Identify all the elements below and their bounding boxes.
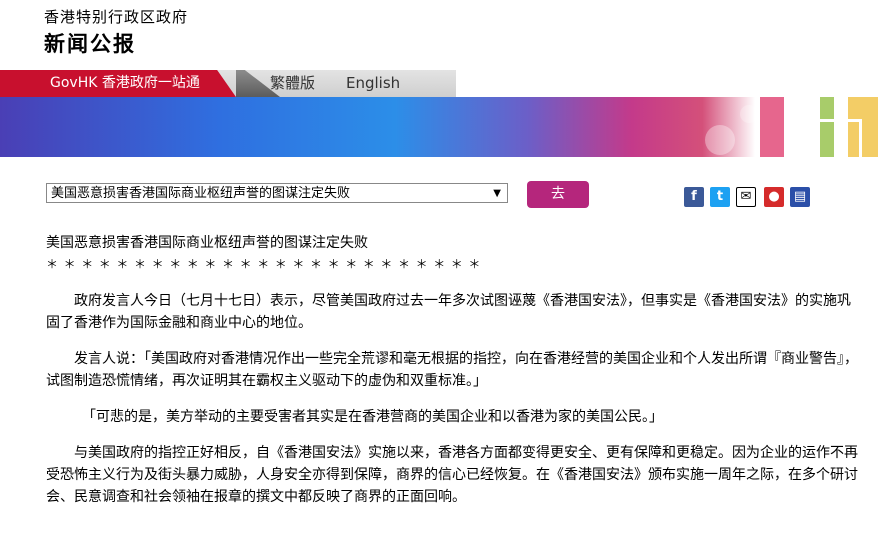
topic-select-value: 美国恶意损害香港国际商业枢纽声誉的图谋注定失败: [51, 186, 351, 201]
paragraph: 与美国政府的指控正好相反，自《香港国安法》实施以来，香港各方面都变得更安全、更有…: [46, 445, 858, 505]
top-nav-bar: GovHK 香港政府一站通 繁體版 English: [0, 70, 878, 97]
header-banner: [0, 97, 878, 157]
press-release-body: 美国恶意损害香港国际商业枢纽声誉的图谋注定失败 ＊＊＊＊＊＊＊＊＊＊＊＊＊＊＊＊…: [46, 232, 860, 508]
separator-stars: ＊＊＊＊＊＊＊＊＊＊＊＊＊＊＊＊＊＊＊＊＊＊＊＊＊: [46, 257, 487, 271]
site-title: 新闻公报: [44, 32, 136, 56]
twitter-icon[interactable]: t: [710, 187, 730, 207]
topic-select[interactable]: 美国恶意损害香港国际商业枢纽声誉的图谋注定失败 ▼: [46, 183, 508, 203]
govhk-link[interactable]: GovHK 香港政府一站通: [0, 70, 236, 97]
weibo-icon[interactable]: ●: [764, 187, 784, 207]
facebook-icon[interactable]: f: [684, 187, 704, 207]
press-release-headline: 美国恶意损害香港国际商业枢纽声誉的图谋注定失败: [46, 235, 368, 251]
paragraph: 发言人说：「美国政府对香港情况作出一些完全荒谬和毫无根据的指控，向在香港经营的美…: [46, 351, 858, 389]
page-header: 香港特别行政区政府 新闻公报: [0, 0, 878, 70]
paragraph: 政府发言人今日（七月十七日）表示，尽管美国政府过去一年多次试图诬蔑《香港国安法》…: [46, 293, 851, 331]
english-link[interactable]: English: [346, 70, 400, 97]
paragraph: 「可悲的是，美方举动的主要受害者其实是在香港营商的美国企业和以香港为家的美国公民…: [82, 409, 663, 425]
traditional-chinese-link[interactable]: 繁體版: [270, 70, 315, 97]
go-button[interactable]: 去: [527, 181, 589, 208]
dropdown-arrow-icon: ▼: [493, 188, 501, 199]
print-icon[interactable]: ▤: [790, 187, 810, 207]
email-icon[interactable]: ✉: [736, 187, 756, 207]
government-name: 香港特别行政区政府: [44, 8, 189, 26]
